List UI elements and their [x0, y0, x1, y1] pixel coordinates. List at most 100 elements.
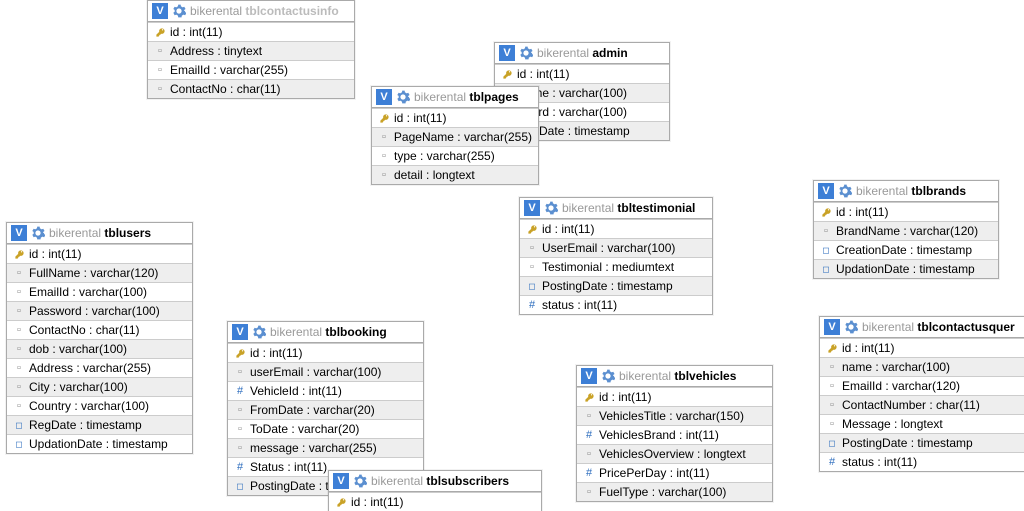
column-row[interactable]: ▫FuelType : varchar(100)	[577, 482, 772, 501]
table-tbl_contactusinfo[interactable]: Vbikerental tblcontactusinfoid : int(11)…	[147, 0, 355, 99]
column-row[interactable]: ▫message : varchar(255)	[228, 438, 423, 457]
table-header[interactable]: Vbikerental admin	[495, 43, 669, 64]
gear-icon[interactable]	[252, 325, 266, 339]
gear-icon[interactable]	[31, 226, 45, 240]
column-row[interactable]: #VehiclesBrand : int(11)	[577, 425, 772, 444]
column-text: name : varchar(100)	[842, 360, 950, 374]
column-row[interactable]: ▫VehiclesOverview : longtext	[577, 444, 772, 463]
table-tbl_brands[interactable]: Vbikerental tblbrandsid : int(11)▫BrandN…	[813, 180, 999, 279]
gear-icon[interactable]	[844, 320, 858, 334]
column-row[interactable]: ▫FullName : varchar(120)	[7, 263, 192, 282]
column-row[interactable]: ▫name : varchar(100)	[820, 357, 1024, 376]
column-row[interactable]: ▫Password : varchar(100)	[7, 301, 192, 320]
column-row[interactable]: ◻PostingDate : timestamp	[520, 276, 712, 295]
v-badge-icon: V	[11, 225, 27, 241]
column-text: VehiclesTitle : varchar(150)	[599, 409, 744, 423]
column-row[interactable]: ◻PostingDate : timestamp	[820, 433, 1024, 452]
table-header[interactable]: Vbikerental tblsubscribers	[329, 471, 541, 492]
column-row[interactable]: ▫dob : varchar(100)	[7, 339, 192, 358]
column-row[interactable]: ▫BrandName : varchar(120)	[814, 221, 998, 240]
column-row[interactable]: id : int(11)	[520, 219, 712, 238]
column-row[interactable]: #PricePerDay : int(11)	[577, 463, 772, 482]
column-icon: ▫	[378, 131, 390, 143]
table-tbl_users[interactable]: Vbikerental tblusers id : int(11) ▫FullNam…	[6, 222, 193, 454]
column-row[interactable]: ▫Address : varchar(255)	[7, 358, 192, 377]
numeric-icon: #	[826, 456, 838, 468]
column-row[interactable]: ▫VehiclesTitle : varchar(150)	[577, 406, 772, 425]
table-tbl_vehicles[interactable]: Vbikerental tblvehiclesid : int(11)▫Vehi…	[576, 365, 773, 502]
column-row[interactable]: id : int(11)	[228, 343, 423, 362]
column-icon: ▫	[234, 423, 246, 435]
column-row[interactable]: ▫UserEmail : varchar(100)	[520, 238, 712, 257]
gear-icon[interactable]	[353, 474, 367, 488]
column-row[interactable]: ▫ContactNumber : char(11)	[820, 395, 1024, 414]
column-text: ContactNo : char(11)	[29, 323, 140, 337]
column-icon: ▫	[13, 324, 25, 336]
column-row[interactable]: id : int(11)	[820, 338, 1024, 357]
column-row[interactable]: ▫EmailId : varchar(120)	[820, 376, 1024, 395]
table-tbl_testimonial[interactable]: Vbikerental tbltestimonialid : int(11)▫U…	[519, 197, 713, 315]
gear-icon[interactable]	[172, 4, 186, 18]
column-row[interactable]: ◻RegDate : timestamp	[7, 415, 192, 434]
column-row[interactable]: id : int(11)	[7, 244, 192, 263]
column-row[interactable]: ◻UpdationDate : timestamp	[7, 434, 192, 453]
column-row[interactable]: id : int(11)	[814, 202, 998, 221]
column-text: VehiclesOverview : longtext	[599, 447, 746, 461]
column-icon: ▫	[820, 225, 832, 237]
column-row[interactable]: ▫Country : varchar(100)	[7, 396, 192, 415]
column-row[interactable]: #VehicleId : int(11)	[228, 381, 423, 400]
table-tbl_subscribers[interactable]: Vbikerental tblsubscribersid : int(11)	[328, 470, 542, 511]
column-row[interactable]: #status : int(11)	[820, 452, 1024, 471]
table-tbl_pages[interactable]: Vbikerental tblpagesid : int(11) ▫ PageNam…	[371, 86, 539, 185]
datetime-icon: ◻	[13, 439, 25, 450]
table-header[interactable]: Vbikerental tblbrands	[814, 181, 998, 202]
column-row[interactable]: ▫ PageName : varchar(255)	[372, 127, 538, 146]
v-badge-icon: V	[524, 200, 540, 216]
column-row[interactable]: id : int(11)	[577, 387, 772, 406]
table-header[interactable]: Vbikerental tblcontactusinfo	[148, 1, 354, 22]
column-row[interactable]: ▫detail : longtext	[372, 165, 538, 184]
column-row[interactable]: ▫userEmail : varchar(100)	[228, 362, 423, 381]
column-text: PageName : varchar(255)	[394, 130, 532, 144]
table-header[interactable]: Vbikerental tblusers	[7, 223, 192, 244]
column-row[interactable]: id : int(11)	[329, 492, 541, 511]
column-row[interactable]: ▫ ContactNo : char(11)	[7, 320, 192, 339]
column-row[interactable]: ▫ToDate : varchar(20)	[228, 419, 423, 438]
column-row[interactable]: #status : int(11)	[520, 295, 712, 314]
gear-icon[interactable]	[519, 46, 533, 60]
table-header[interactable]: Vbikerental tblpages	[372, 87, 538, 108]
column-row[interactable]: ▫EmailId : varchar(255)	[148, 60, 354, 79]
table-tbl_contactusquery[interactable]: Vbikerental tblcontactusquerid : int(11)…	[819, 316, 1024, 472]
column-row[interactable]: ◻CreationDate : timestamp	[814, 240, 998, 259]
table-header[interactable]: Vbikerental tblbooking	[228, 322, 423, 343]
column-text: id : int(11)	[29, 247, 81, 261]
gear-icon[interactable]	[396, 90, 410, 104]
column-icon: ▫	[826, 418, 838, 430]
er-diagram-canvas[interactable]: Vbikerental tblcontactusinfoid : int(11)…	[0, 0, 1024, 511]
column-icon: ▫	[154, 45, 166, 57]
gear-icon[interactable]	[544, 201, 558, 215]
column-icon: ▫	[826, 399, 838, 411]
column-row[interactable]: ▫Address : tinytext	[148, 41, 354, 60]
column-row[interactable]: ▫Testimonial : mediumtext	[520, 257, 712, 276]
column-row[interactable]: ◻UpdationDate : timestamp	[814, 259, 998, 278]
column-row[interactable]: ▫City : varchar(100)	[7, 377, 192, 396]
column-row[interactable]: id : int(11)	[148, 22, 354, 41]
gear-icon[interactable]	[838, 184, 852, 198]
table-title: bikerental tblbrands	[856, 184, 966, 198]
numeric-icon: #	[583, 429, 595, 441]
column-row[interactable]: ▫type : varchar(255)	[372, 146, 538, 165]
table-header[interactable]: Vbikerental tbltestimonial	[520, 198, 712, 219]
column-text: Status : int(11)	[250, 460, 327, 474]
column-row[interactable]: id : int(11)	[495, 64, 669, 83]
gear-icon[interactable]	[601, 369, 615, 383]
table-header[interactable]: Vbikerental tblvehicles	[577, 366, 772, 387]
column-row[interactable]: id : int(11)	[372, 108, 538, 127]
column-row[interactable]: ▫Message : longtext	[820, 414, 1024, 433]
column-icon: ▫	[13, 305, 25, 317]
table-header[interactable]: Vbikerental tblcontactusquer	[820, 317, 1024, 338]
column-row[interactable]: ▫ContactNo : char(11)	[148, 79, 354, 98]
column-row[interactable]: ▫EmailId : varchar(100)	[7, 282, 192, 301]
column-row[interactable]: ▫FromDate : varchar(20)	[228, 400, 423, 419]
column-text: Testimonial : mediumtext	[542, 260, 674, 274]
